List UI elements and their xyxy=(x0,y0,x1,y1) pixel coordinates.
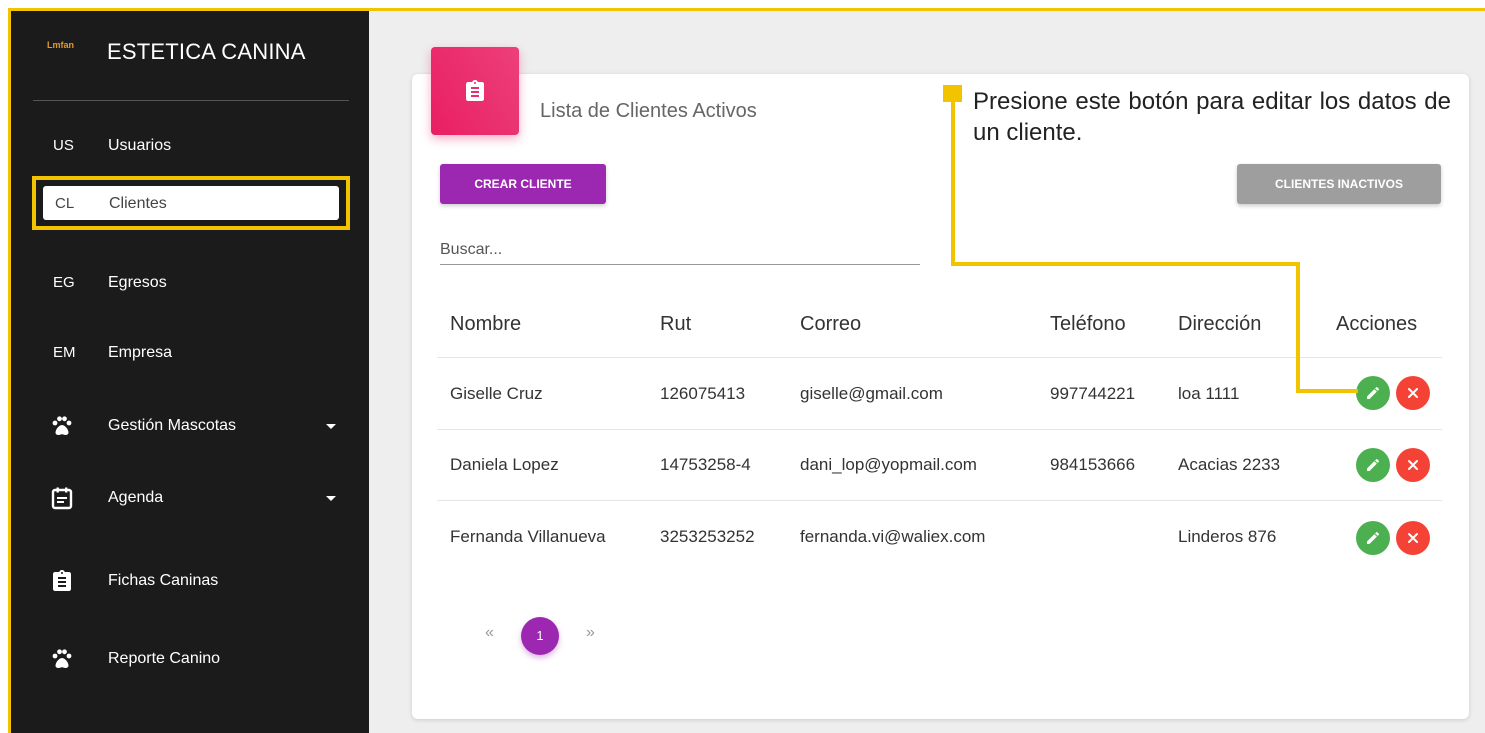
callout-line xyxy=(1296,389,1358,393)
brand-title[interactable]: ESTETICA CANINA xyxy=(107,39,306,65)
sidebar-item-abbr: EM xyxy=(53,344,76,361)
page-title: Lista de Clientes Activos xyxy=(540,100,757,122)
create-client-button[interactable]: CREAR CLIENTE xyxy=(440,164,606,204)
chevron-down-icon xyxy=(326,424,336,429)
cell-direccion: Linderos 876 xyxy=(1178,527,1277,546)
clipboard-icon xyxy=(53,570,71,591)
cell-nombre: Fernanda Villanueva xyxy=(450,527,606,546)
cell-correo: giselle@gmail.com xyxy=(800,384,943,403)
paw-icon xyxy=(52,649,72,668)
sidebar-item-clientes[interactable]: CL Clientes xyxy=(32,176,350,230)
sidebar-item-label: Agenda xyxy=(108,489,164,506)
pencil-icon xyxy=(1367,458,1380,471)
callout-line xyxy=(1296,262,1300,393)
sidebar-item-label: Fichas Caninas xyxy=(108,572,219,589)
pagination-page[interactable]: 1 xyxy=(521,617,559,655)
brand-logo: Lmfan xyxy=(47,40,74,50)
column-header-telefono: Teléfono xyxy=(1050,313,1126,335)
cell-rut: 3253253252 xyxy=(660,527,755,546)
brand: Lmfan ESTETICA CANINA xyxy=(11,11,369,101)
column-header-correo: Correo xyxy=(800,313,862,335)
chevron-down-icon xyxy=(326,496,336,501)
card-header-icon xyxy=(431,47,519,135)
sidebar-item-gestion-mascotas[interactable]: Gestión Mascotas xyxy=(32,400,350,454)
clipboard-icon xyxy=(466,80,484,101)
callout-line xyxy=(951,100,955,266)
callout-text: Presione este botón para editar los dato… xyxy=(973,88,1451,146)
sidebar-item-abbr: CL xyxy=(55,195,75,212)
inactive-clients-button[interactable]: CLIENTES INACTIVOS xyxy=(1237,164,1441,204)
sidebar-item-agenda[interactable]: Agenda xyxy=(32,472,350,526)
close-icon xyxy=(1408,460,1418,470)
delete-button[interactable] xyxy=(1396,448,1430,482)
sidebar-item-label: Egresos xyxy=(108,274,167,291)
divider xyxy=(437,500,1442,501)
cell-correo: fernanda.vi@waliex.com xyxy=(800,527,986,546)
pencil-icon xyxy=(1367,531,1380,544)
close-icon xyxy=(1408,533,1418,543)
cell-nombre: Daniela Lopez xyxy=(450,455,559,474)
pagination-prev[interactable]: « xyxy=(485,624,494,642)
calendar-icon xyxy=(51,487,73,510)
sidebar-item-abbr: US xyxy=(53,137,74,154)
column-header-acciones: Acciones xyxy=(1336,313,1418,335)
delete-button[interactable] xyxy=(1396,521,1430,555)
edit-button[interactable] xyxy=(1356,521,1390,555)
pencil-icon xyxy=(1367,386,1380,399)
edit-button[interactable] xyxy=(1356,376,1390,410)
column-header-rut: Rut xyxy=(660,313,692,335)
divider xyxy=(33,100,349,101)
sidebar-item-label: Reporte Canino xyxy=(108,650,221,667)
sidebar-item-label: Usuarios xyxy=(108,137,172,154)
sidebar: Lmfan ESTETICA CANINA US Usuarios CL Cli… xyxy=(11,11,369,733)
sidebar-item-label: Gestión Mascotas xyxy=(108,417,237,434)
sidebar-item-reporte-canino[interactable]: Reporte Canino xyxy=(32,633,350,687)
divider xyxy=(437,357,1442,358)
sidebar-item-label: Empresa xyxy=(108,344,173,361)
cell-nombre: Giselle Cruz xyxy=(450,384,543,403)
paw-icon xyxy=(52,416,72,435)
cell-direccion: Acacias 2233 xyxy=(1178,455,1281,474)
cell-rut: 14753258-4 xyxy=(660,455,751,474)
edit-button[interactable] xyxy=(1356,448,1390,482)
pagination-next[interactable]: » xyxy=(586,624,595,642)
sidebar-item-fichas-caninas[interactable]: Fichas Caninas xyxy=(32,555,350,609)
column-header-direccion: Dirección xyxy=(1178,313,1262,335)
sidebar-item-abbr: EG xyxy=(53,274,75,291)
sidebar-item-label: Clientes xyxy=(109,195,167,212)
active-indicator xyxy=(43,186,339,220)
callout-line xyxy=(951,262,1300,266)
cell-telefono: 984153666 xyxy=(1050,455,1136,474)
cell-rut: 126075413 xyxy=(660,384,746,403)
sidebar-item-egresos[interactable]: EG Egresos xyxy=(32,257,350,311)
cell-correo: dani_lop@yopmail.com xyxy=(800,455,977,474)
column-header-nombre: Nombre xyxy=(450,313,522,335)
close-icon xyxy=(1408,388,1418,398)
cell-direccion: loa 1111 xyxy=(1178,384,1240,403)
sidebar-item-usuarios[interactable]: US Usuarios xyxy=(32,120,350,174)
search-input[interactable] xyxy=(440,236,920,265)
sidebar-item-empresa[interactable]: EM Empresa xyxy=(32,327,350,381)
divider xyxy=(437,429,1442,430)
delete-button[interactable] xyxy=(1396,376,1430,410)
cell-telefono: 997744221 xyxy=(1050,384,1136,403)
